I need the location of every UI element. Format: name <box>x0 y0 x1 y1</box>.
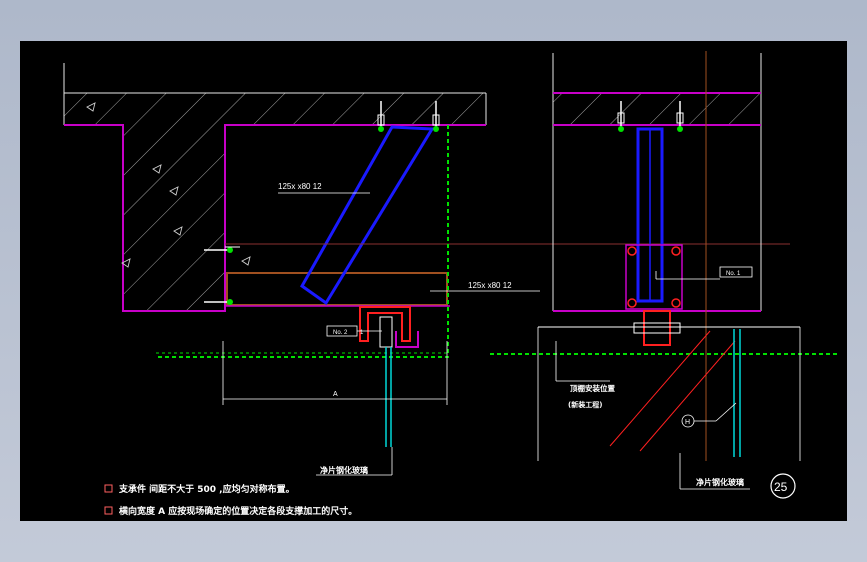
glass-clamp-fitting <box>359 306 419 348</box>
note-bullet-2 <box>104 506 113 515</box>
tag-no2-text: No. 2 <box>333 330 348 336</box>
base-plate <box>625 244 683 310</box>
marker-H-text: H <box>685 419 690 426</box>
steel-beam-horizontal <box>226 272 448 306</box>
right-section-detail: No. 1 顶棚安装位置 (新装工程) H 净片钢化玻璃 25 <box>490 51 840 499</box>
note-1: 支承件 间距不大于 500 ,应均匀对称布置。 <box>118 483 295 495</box>
tag-no1-text: No. 1 <box>726 271 741 277</box>
ceiling-position-sub: (新装工程) <box>568 400 602 409</box>
notes: 支承件 间距不大于 500 ,应均匀对称布置。 横向宽度 A 应按现场确定的位置… <box>104 483 357 517</box>
cad-drawing-canvas[interactable]: A 125x x80 12 125x x80 12 No. 2 1 净片钢化玻璃 <box>20 41 847 521</box>
glass-label-left: 净片钢化玻璃 <box>320 465 368 475</box>
red-diagonal-lines <box>609 330 736 452</box>
dimension-A: A <box>222 341 448 405</box>
glass-label-right: 净片钢化玻璃 <box>696 477 744 487</box>
diagonal-angle-steel <box>300 125 435 306</box>
ceiling-position-label: 顶棚安装位置 <box>570 383 615 393</box>
slab-hatch-right <box>553 93 761 125</box>
steel-post <box>636 127 664 303</box>
cad-drawing: A 125x x80 12 125x x80 12 No. 2 1 净片钢化玻璃 <box>63 51 840 517</box>
note-2: 横向宽度 A 应按现场确定的位置决定各段支撑加工的尺寸。 <box>119 505 357 517</box>
angle-steel-label-lower: 125x x80 12 <box>468 281 512 290</box>
glass-panel-right <box>733 329 741 457</box>
angle-steel-label-upper: 125x x80 12 <box>278 182 322 191</box>
lower-clamp-right <box>643 310 671 346</box>
detail-number: 25 <box>774 480 788 494</box>
dim-A-text: A <box>333 391 338 398</box>
glass-panel-left <box>385 347 392 447</box>
note-bullet-1 <box>104 484 113 493</box>
